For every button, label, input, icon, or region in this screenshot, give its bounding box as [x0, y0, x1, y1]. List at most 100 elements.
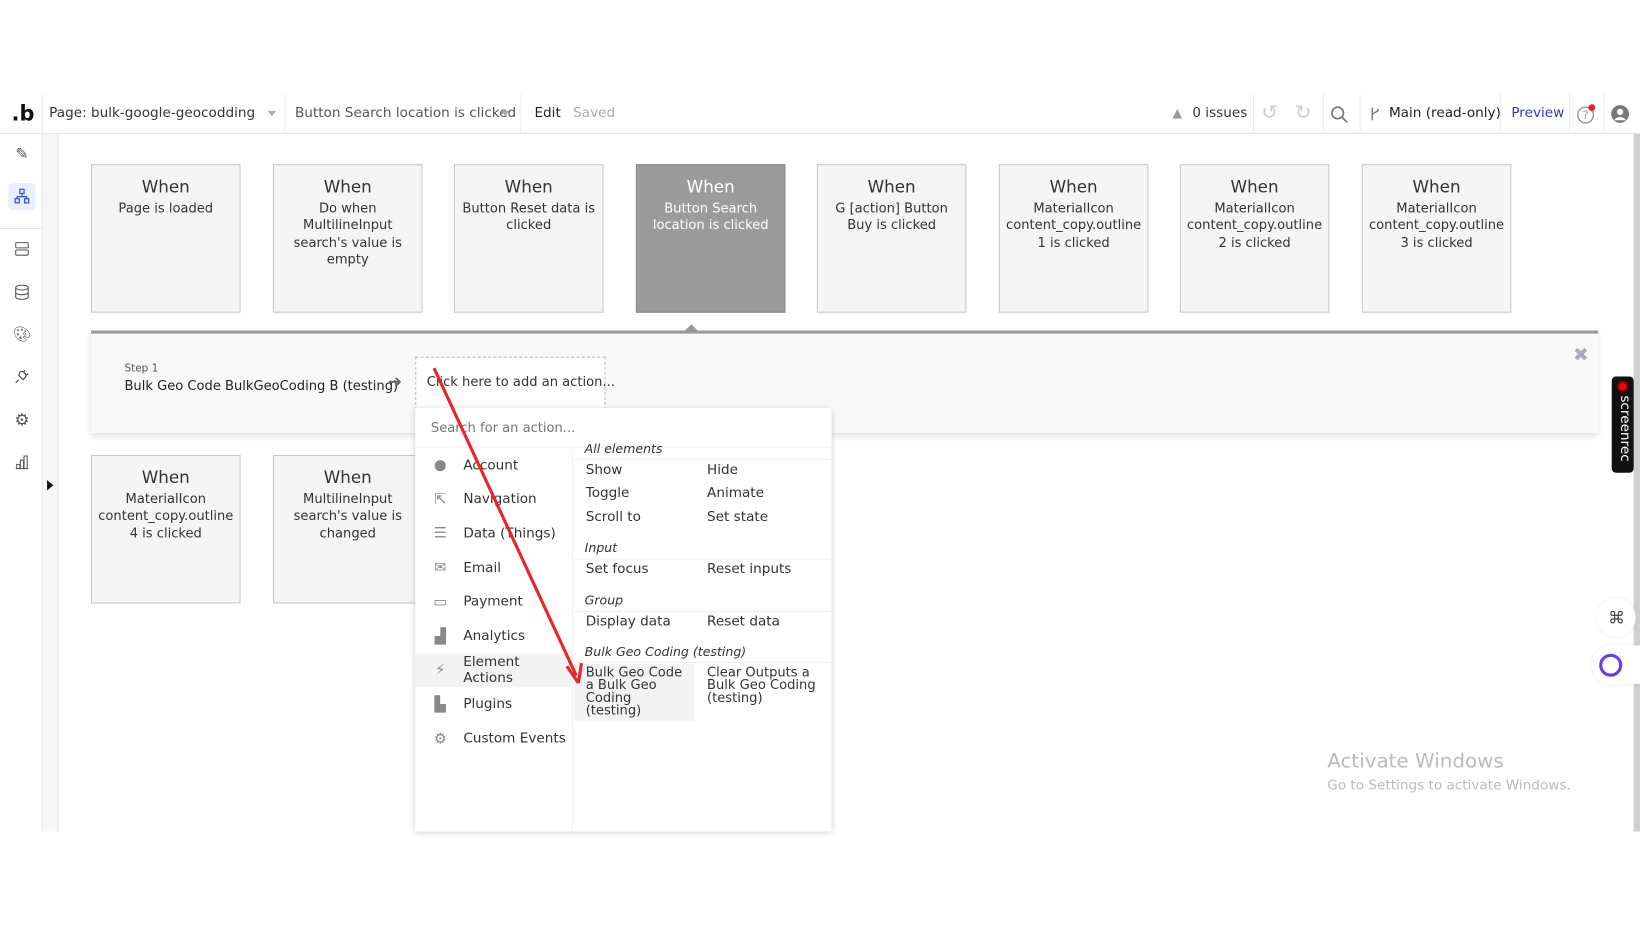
action-item[interactable]: Scroll to — [586, 509, 641, 525]
preview-button[interactable]: Preview — [1511, 106, 1564, 122]
warning-icon: ▲ — [1172, 105, 1183, 121]
watermark-title: Activate Windows — [1327, 749, 1504, 773]
action-item[interactable]: Toggle — [586, 485, 630, 501]
expand-arrow-icon[interactable] — [47, 480, 54, 491]
event-when: When — [686, 176, 735, 197]
action-item[interactable]: Show — [586, 462, 623, 478]
left-sidebar: ✎ 🎨︎ ⚙ — [0, 133, 43, 832]
payment-icon: ▭ — [433, 593, 448, 611]
action-item[interactable]: Bulk Geo Code a Bulk Geo Coding (testing… — [574, 664, 695, 721]
apps-grid-icon[interactable]: ⌘ — [1597, 598, 1636, 637]
category-custom-events[interactable]: ⚙ Custom Events — [415, 722, 573, 755]
close-icon[interactable]: ✖ — [1573, 344, 1589, 366]
category-element-actions[interactable]: ⚡ Element Actions — [415, 653, 574, 688]
event-card[interactable]: When Button Search location is clicked — [635, 164, 786, 313]
action-item[interactable]: Hide — [707, 462, 738, 478]
saved-status: Saved — [573, 105, 616, 122]
panel-toggle-strip — [42, 133, 59, 832]
category-list: ● Account ⇱ Navigation ☰ Data (Things) ✉ Email ▭… — [415, 448, 574, 832]
action-item[interactable]: Reset inputs — [707, 562, 791, 578]
add-action-button[interactable]: Click here to add an action... — [415, 356, 615, 410]
email-icon: ✉ — [434, 559, 447, 577]
screenrec-widget[interactable]: screenrec — [1611, 376, 1634, 473]
plug-icon[interactable] — [8, 363, 35, 390]
action-item[interactable]: Clear Outputs a Bulk Geo Coding (testing… — [707, 665, 816, 704]
bar-chart-icon[interactable] — [8, 449, 35, 476]
edit-menu[interactable]: Edit — [534, 106, 560, 122]
category-account[interactable]: ● Account — [415, 449, 573, 482]
event-description: MaterialIcon content_copy.outline 2 is c… — [1186, 199, 1323, 250]
category-email[interactable]: ✉ Email — [415, 551, 573, 584]
event-card[interactable]: When Do when MultilineInput search's valu… — [272, 164, 423, 313]
search-icon[interactable] — [1330, 106, 1349, 125]
event-card[interactable]: When MaterialIcon content_copy.outline 3 … — [1361, 164, 1512, 313]
action-item[interactable]: Set state — [707, 509, 768, 525]
redo-icon[interactable]: ↻ — [1295, 101, 1312, 124]
category-label: Email — [463, 560, 502, 576]
help-icon[interactable]: ? — [1576, 104, 1597, 125]
branch-selector[interactable]: Main (read-only) — [1389, 106, 1501, 122]
event-description: G [action] Button Buy is clicked — [835, 199, 948, 233]
category-plugins[interactable]: ▙ Plugins — [415, 688, 573, 721]
event-description: Page is loaded — [118, 199, 214, 215]
event-description: MaterialIcon content_copy.outline 3 is c… — [1368, 199, 1505, 250]
chevron-down-icon[interactable] — [267, 110, 277, 117]
record-icon — [1616, 380, 1629, 393]
event-when: When — [1049, 176, 1098, 197]
category-label: Navigation — [463, 491, 537, 508]
action-item[interactable]: Set focus — [586, 562, 649, 578]
database-icon[interactable] — [8, 278, 35, 305]
category-data-things-[interactable]: ☰ Data (Things) — [415, 517, 573, 550]
event-card[interactable]: When Button Reset data is clicked — [453, 164, 604, 313]
event-card[interactable]: When MaterialIcon content_copy.outline 2 … — [1179, 164, 1330, 313]
category-label: Data (Things) — [463, 525, 556, 542]
event-description: Button Reset data is clicked — [462, 199, 596, 233]
category-label: Element Actions — [463, 654, 520, 687]
scrollbar[interactable] — [1633, 133, 1640, 832]
plugins-icon: ▙ — [434, 696, 446, 714]
category-navigation[interactable]: ⇱ Navigation — [415, 483, 573, 516]
event-selector[interactable]: Button Search location is clicked — [295, 106, 516, 122]
bubble-logo[interactable]: .b — [12, 100, 35, 125]
chevron-down-icon[interactable] — [500, 110, 510, 117]
event-card[interactable]: When MultilineInput search's value is cha… — [272, 454, 423, 604]
pencil-icon[interactable]: ✎ — [8, 140, 35, 167]
event-when: When — [504, 176, 553, 197]
avatar[interactable] — [1611, 105, 1630, 124]
category-payment[interactable]: ▭ Payment — [415, 585, 573, 618]
issues-button[interactable]: 0 issues — [1192, 106, 1247, 122]
workflow-icon[interactable] — [8, 183, 36, 211]
event-description: MaterialIcon content_copy.outline 1 is c… — [1006, 199, 1142, 250]
undo-icon[interactable]: ↺ — [1261, 101, 1278, 124]
event-card[interactable]: When MaterialIcon content_copy.outline 4 … — [90, 454, 241, 604]
server-icon[interactable] — [8, 235, 35, 262]
event-when: When — [323, 467, 372, 488]
category-label: Plugins — [463, 696, 513, 713]
event-when: When — [323, 176, 372, 197]
event-description: MultilineInput search's value is changed — [293, 490, 402, 541]
event-card[interactable]: When G [action] Button Buy is clicked — [816, 164, 967, 313]
event-card[interactable]: When Page is loaded — [90, 164, 241, 313]
event-when: When — [141, 467, 190, 488]
event-description: Do when MultilineInput search's value is… — [293, 199, 402, 267]
branch-icon — [1371, 107, 1380, 121]
event-when: When — [1230, 176, 1279, 197]
category-analytics[interactable]: ▟ Analytics — [415, 620, 573, 653]
step-label: Step 1 — [124, 362, 159, 375]
gear-icon[interactable]: ⚙ — [8, 406, 35, 433]
event-card[interactable]: When MaterialIcon content_copy.outline 1 … — [998, 164, 1149, 313]
step-action[interactable]: Bulk Geo Code BulkGeoCoding B (testing) — [124, 378, 398, 394]
action-item[interactable]: Display data — [586, 614, 671, 630]
section-header: Bulk Geo Coding (testing) — [574, 640, 832, 664]
category-label: Custom Events — [463, 731, 566, 747]
database-icon: ☰ — [433, 525, 447, 543]
add-action-label: Click here to add an action... — [426, 373, 615, 390]
screenrec-label: screenrec — [1616, 395, 1633, 462]
action-item[interactable]: Animate — [707, 485, 764, 501]
assistant-icon[interactable] — [1591, 645, 1640, 685]
page-selector[interactable]: Page: bulk-google-geocodding — [49, 106, 255, 122]
section-header: Group — [574, 589, 832, 612]
action-item[interactable]: Reset data — [707, 614, 780, 630]
palette-icon[interactable]: 🎨︎ — [8, 321, 35, 348]
analytics-icon: ▟ — [434, 628, 446, 645]
